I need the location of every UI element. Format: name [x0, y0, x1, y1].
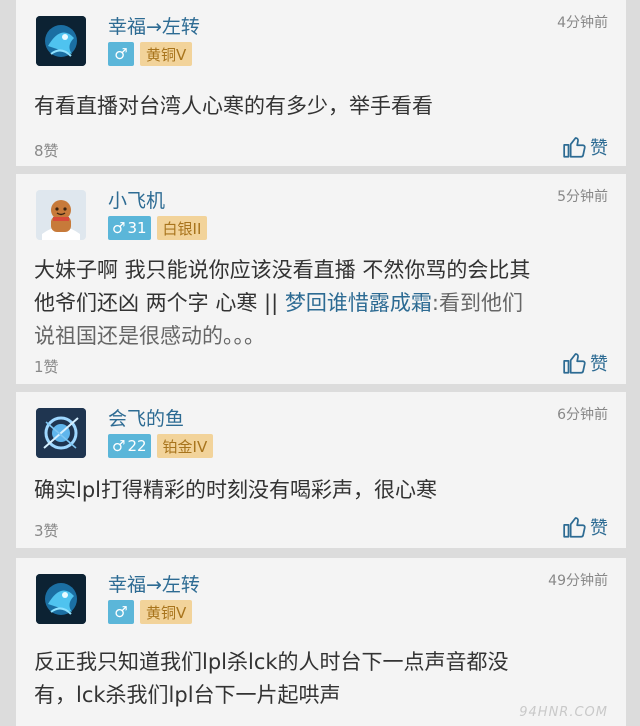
comment-line: 大妹子啊 我只能说你应该没看直播 不然你骂的会比其 — [34, 258, 531, 282]
gender-badge: ♂ 31 — [108, 216, 151, 240]
thumbs-up-icon — [563, 137, 586, 158]
username[interactable]: 幸福→左转 — [108, 570, 200, 597]
level-number: 31 — [127, 219, 147, 237]
timestamp: 49分钟前 — [548, 573, 608, 589]
male-icon: ♂ — [114, 602, 128, 621]
quoted-text-line: 说祖国还是很感动的。。。 — [34, 324, 265, 348]
comment-text: 有看直播对台湾人心寒的有多少，举手看看 — [34, 90, 610, 123]
comment-line: 反正我只知道我们lpl杀lck的人时台下一点声音都没 — [34, 650, 509, 674]
avatar[interactable] — [36, 190, 86, 240]
rank-badge: 黄铜V — [140, 600, 193, 624]
avatar[interactable] — [36, 408, 86, 458]
quote-separator: || — [264, 291, 279, 315]
comment-line: 他爷们还凶 两个字 心寒 || 梦回谁惜露成霜:看到他们 — [34, 287, 610, 320]
rank-badge: 黄铜V — [140, 42, 193, 66]
rank-badge: 铂金IV — [156, 434, 214, 458]
like-button[interactable]: 赞 — [562, 134, 608, 160]
comment-feed: 幸福→左转 4分钟前 ♂ 黄铜V 有看直播对台湾人心寒的有多少，举手看看 8赞 … — [0, 0, 640, 726]
comment-card: 会飞的鱼 6分钟前 ♂ 22 铂金IV 确实lpl打得精彩的时刻没有喝彩声，很心… — [16, 392, 626, 548]
badge-row: ♂ 31 白银II — [108, 216, 208, 240]
username[interactable]: 小飞机 — [108, 186, 165, 213]
comment-text: 反正我只知道我们lpl杀lck的人时台下一点声音都没 有，lck杀我们lpl台下… — [34, 646, 610, 712]
rank-badge: 白银II — [156, 216, 208, 240]
timestamp: 4分钟前 — [557, 15, 608, 31]
thumbs-up-icon — [563, 353, 586, 374]
avatar[interactable] — [36, 16, 86, 66]
level-number: 22 — [127, 437, 147, 455]
dragon-avatar-icon — [36, 16, 86, 66]
like-count: 8赞 — [34, 142, 59, 160]
comment-text: 大妹子啊 我只能说你应该没看直播 不然你骂的会比其 他爷们还凶 两个字 心寒 |… — [34, 254, 610, 353]
quoted-text: :看到他们 — [431, 291, 523, 315]
gender-badge: ♂ — [108, 600, 134, 624]
gender-badge: ♂ 22 — [108, 434, 151, 458]
badge-row: ♂ 22 铂金IV — [108, 434, 214, 458]
username[interactable]: 会飞的鱼 — [108, 404, 184, 431]
avatar[interactable] — [36, 574, 86, 624]
like-button[interactable]: 赞 — [562, 350, 608, 376]
watermark: 94HNR.COM — [519, 705, 608, 720]
like-label: 赞 — [590, 354, 608, 375]
orb-avatar-icon — [36, 408, 86, 458]
comment-line: 有看直播对台湾人心寒的有多少，举手看看 — [34, 94, 433, 118]
male-icon: ♂ — [112, 218, 126, 237]
comment-card: 幸福→左转 4分钟前 ♂ 黄铜V 有看直播对台湾人心寒的有多少，举手看看 8赞 … — [16, 0, 626, 166]
like-count: 3赞 — [34, 522, 59, 540]
badge-row: ♂ 黄铜V — [108, 42, 193, 66]
comment-line-text: 他爷们还凶 两个字 心寒 — [34, 291, 265, 315]
like-button[interactable]: 赞 — [562, 514, 608, 540]
comment-card: 小飞机 5分钟前 ♂ 31 白银II 大妹子啊 我只能说你应该没看直播 不然你骂… — [16, 174, 626, 384]
gender-badge: ♂ — [108, 42, 134, 66]
quoted-username[interactable]: 梦回谁惜露成霜 — [285, 291, 432, 315]
username[interactable]: 幸福→左转 — [108, 12, 200, 39]
like-label: 赞 — [590, 138, 608, 159]
badge-row: ♂ 黄铜V — [108, 600, 193, 624]
thumbs-up-icon — [563, 517, 586, 538]
dragon-avatar-icon — [36, 574, 86, 624]
timestamp: 6分钟前 — [557, 407, 608, 423]
comment-text: 确实lpl打得精彩的时刻没有喝彩声，很心寒 — [34, 474, 610, 507]
timestamp: 5分钟前 — [557, 189, 608, 205]
like-count: 1赞 — [34, 358, 59, 376]
comment-line: 确实lpl打得精彩的时刻没有喝彩声，很心寒 — [34, 478, 437, 502]
gingerbread-avatar-icon — [36, 190, 86, 240]
like-label: 赞 — [590, 518, 608, 539]
male-icon: ♂ — [114, 44, 128, 63]
comment-card: 幸福→左转 49分钟前 ♂ 黄铜V 反正我只知道我们lpl杀lck的人时台下一点… — [16, 558, 626, 726]
male-icon: ♂ — [112, 436, 126, 455]
